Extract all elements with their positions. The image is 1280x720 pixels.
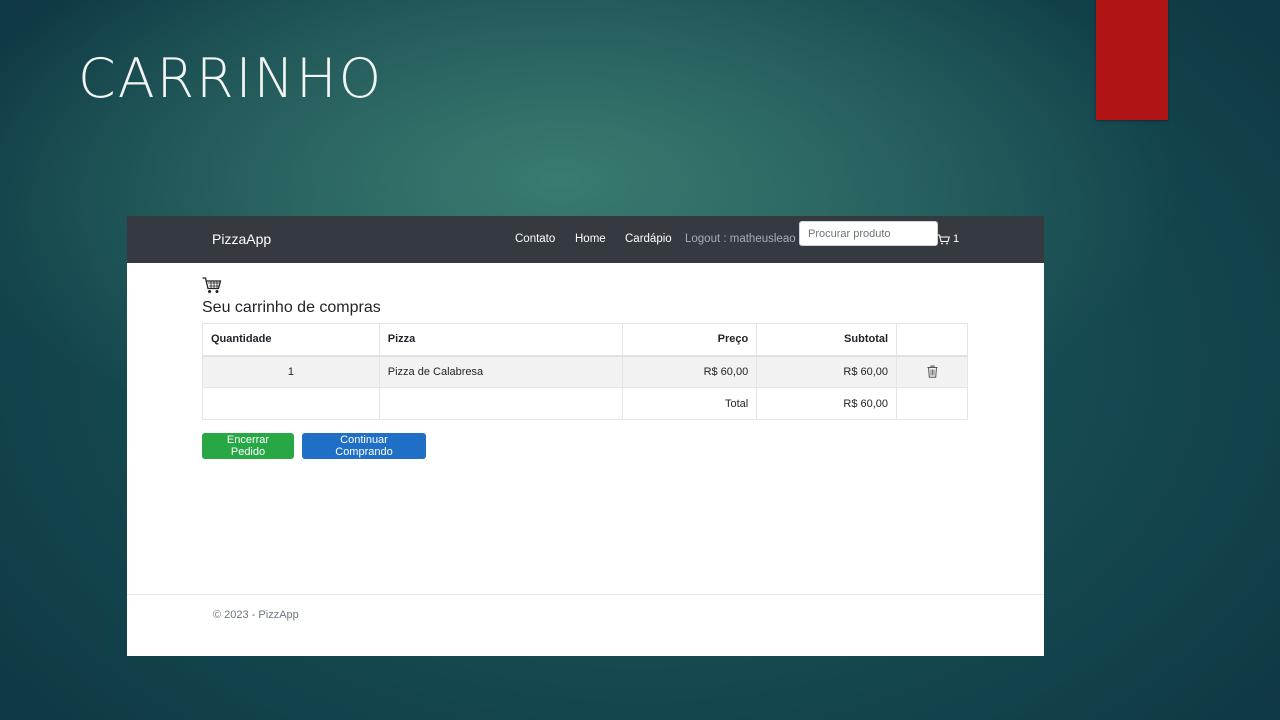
total-row: Total R$ 60,00 bbox=[202, 387, 968, 420]
nav-link-cardapio[interactable]: Cardápio bbox=[625, 233, 672, 245]
col-header-subtotal: Subtotal bbox=[756, 323, 898, 357]
total-label: Total bbox=[622, 387, 758, 420]
item-subtotal: R$ 60,00 bbox=[756, 355, 898, 388]
footer-copyright: © 2023 - PizzApp bbox=[213, 609, 299, 621]
nav-cart-link[interactable]: 1 bbox=[937, 233, 959, 245]
cart-icon bbox=[937, 233, 950, 244]
trash-icon bbox=[927, 365, 938, 379]
continue-shopping-button[interactable]: Continuar Comprando bbox=[302, 433, 426, 459]
finish-order-button[interactable]: Encerrar Pedido bbox=[202, 433, 294, 459]
brand-link[interactable]: PizzaApp bbox=[212, 231, 271, 247]
logout-link[interactable]: Logout : matheusleao bbox=[685, 233, 796, 245]
slide-accent-tab bbox=[1096, 0, 1168, 120]
total-empty-cell bbox=[378, 387, 624, 420]
remove-item-button[interactable] bbox=[896, 355, 968, 388]
item-quantity: 1 bbox=[202, 355, 380, 388]
app-screenshot-frame: PizzaApp Contato Home Cardápio Logout : … bbox=[127, 216, 1044, 656]
total-empty-cell bbox=[202, 387, 380, 420]
table-row: 1 Pizza de Calabresa R$ 60,00 R$ 60,00 bbox=[202, 355, 968, 388]
col-header-quantidade: Quantidade bbox=[202, 323, 380, 357]
footer-divider bbox=[127, 594, 1044, 595]
table-header-row: Quantidade Pizza Preço Subtotal bbox=[202, 323, 968, 357]
total-value: R$ 60,00 bbox=[756, 387, 898, 420]
search-input[interactable] bbox=[799, 221, 938, 246]
cart-table: Quantidade Pizza Preço Subtotal 1 Pizza … bbox=[202, 323, 968, 420]
col-header-preco: Preço bbox=[622, 323, 758, 357]
shopping-cart-icon bbox=[202, 277, 222, 293]
cart-heading: Seu carrinho de compras bbox=[202, 299, 381, 316]
navbar: PizzaApp Contato Home Cardápio Logout : … bbox=[127, 216, 1044, 263]
item-pizza-name: Pizza de Calabresa bbox=[378, 355, 624, 388]
cart-count: 1 bbox=[953, 233, 960, 245]
slide-title: CARRINHO bbox=[78, 47, 384, 110]
nav-link-contato[interactable]: Contato bbox=[515, 233, 555, 245]
col-header-pizza: Pizza bbox=[378, 323, 624, 357]
item-price: R$ 60,00 bbox=[622, 355, 758, 388]
total-empty-cell bbox=[896, 387, 968, 420]
col-header-actions bbox=[896, 323, 968, 357]
nav-link-home[interactable]: Home bbox=[575, 233, 606, 245]
